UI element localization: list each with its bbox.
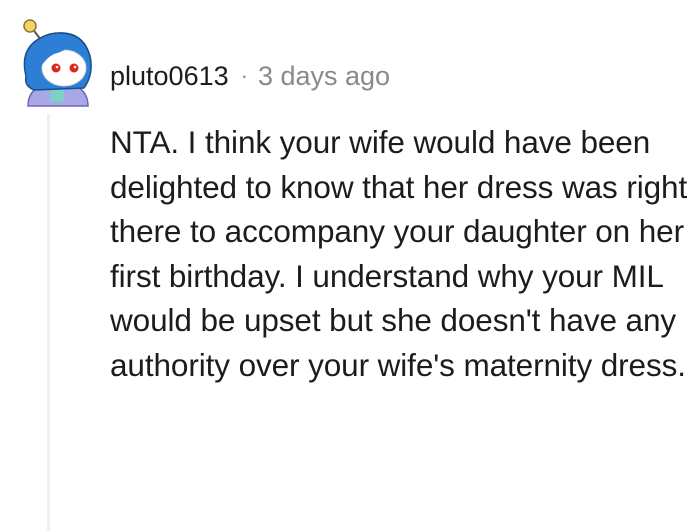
- snoo-avatar-icon: [23, 19, 92, 107]
- meta-separator: ·: [240, 63, 248, 88]
- thread-collapse-line[interactable]: [47, 114, 50, 531]
- comment-body: NTA. I think your wife would have been d…: [110, 124, 688, 383]
- comment: pluto0613 · 3 days ago NTA. I think your…: [0, 0, 700, 531]
- comment-meta: pluto0613 · 3 days ago: [110, 58, 390, 94]
- comment-timestamp[interactable]: 3 days ago: [258, 58, 390, 94]
- author-username[interactable]: pluto0613: [110, 58, 229, 94]
- user-avatar[interactable]: [10, 14, 106, 110]
